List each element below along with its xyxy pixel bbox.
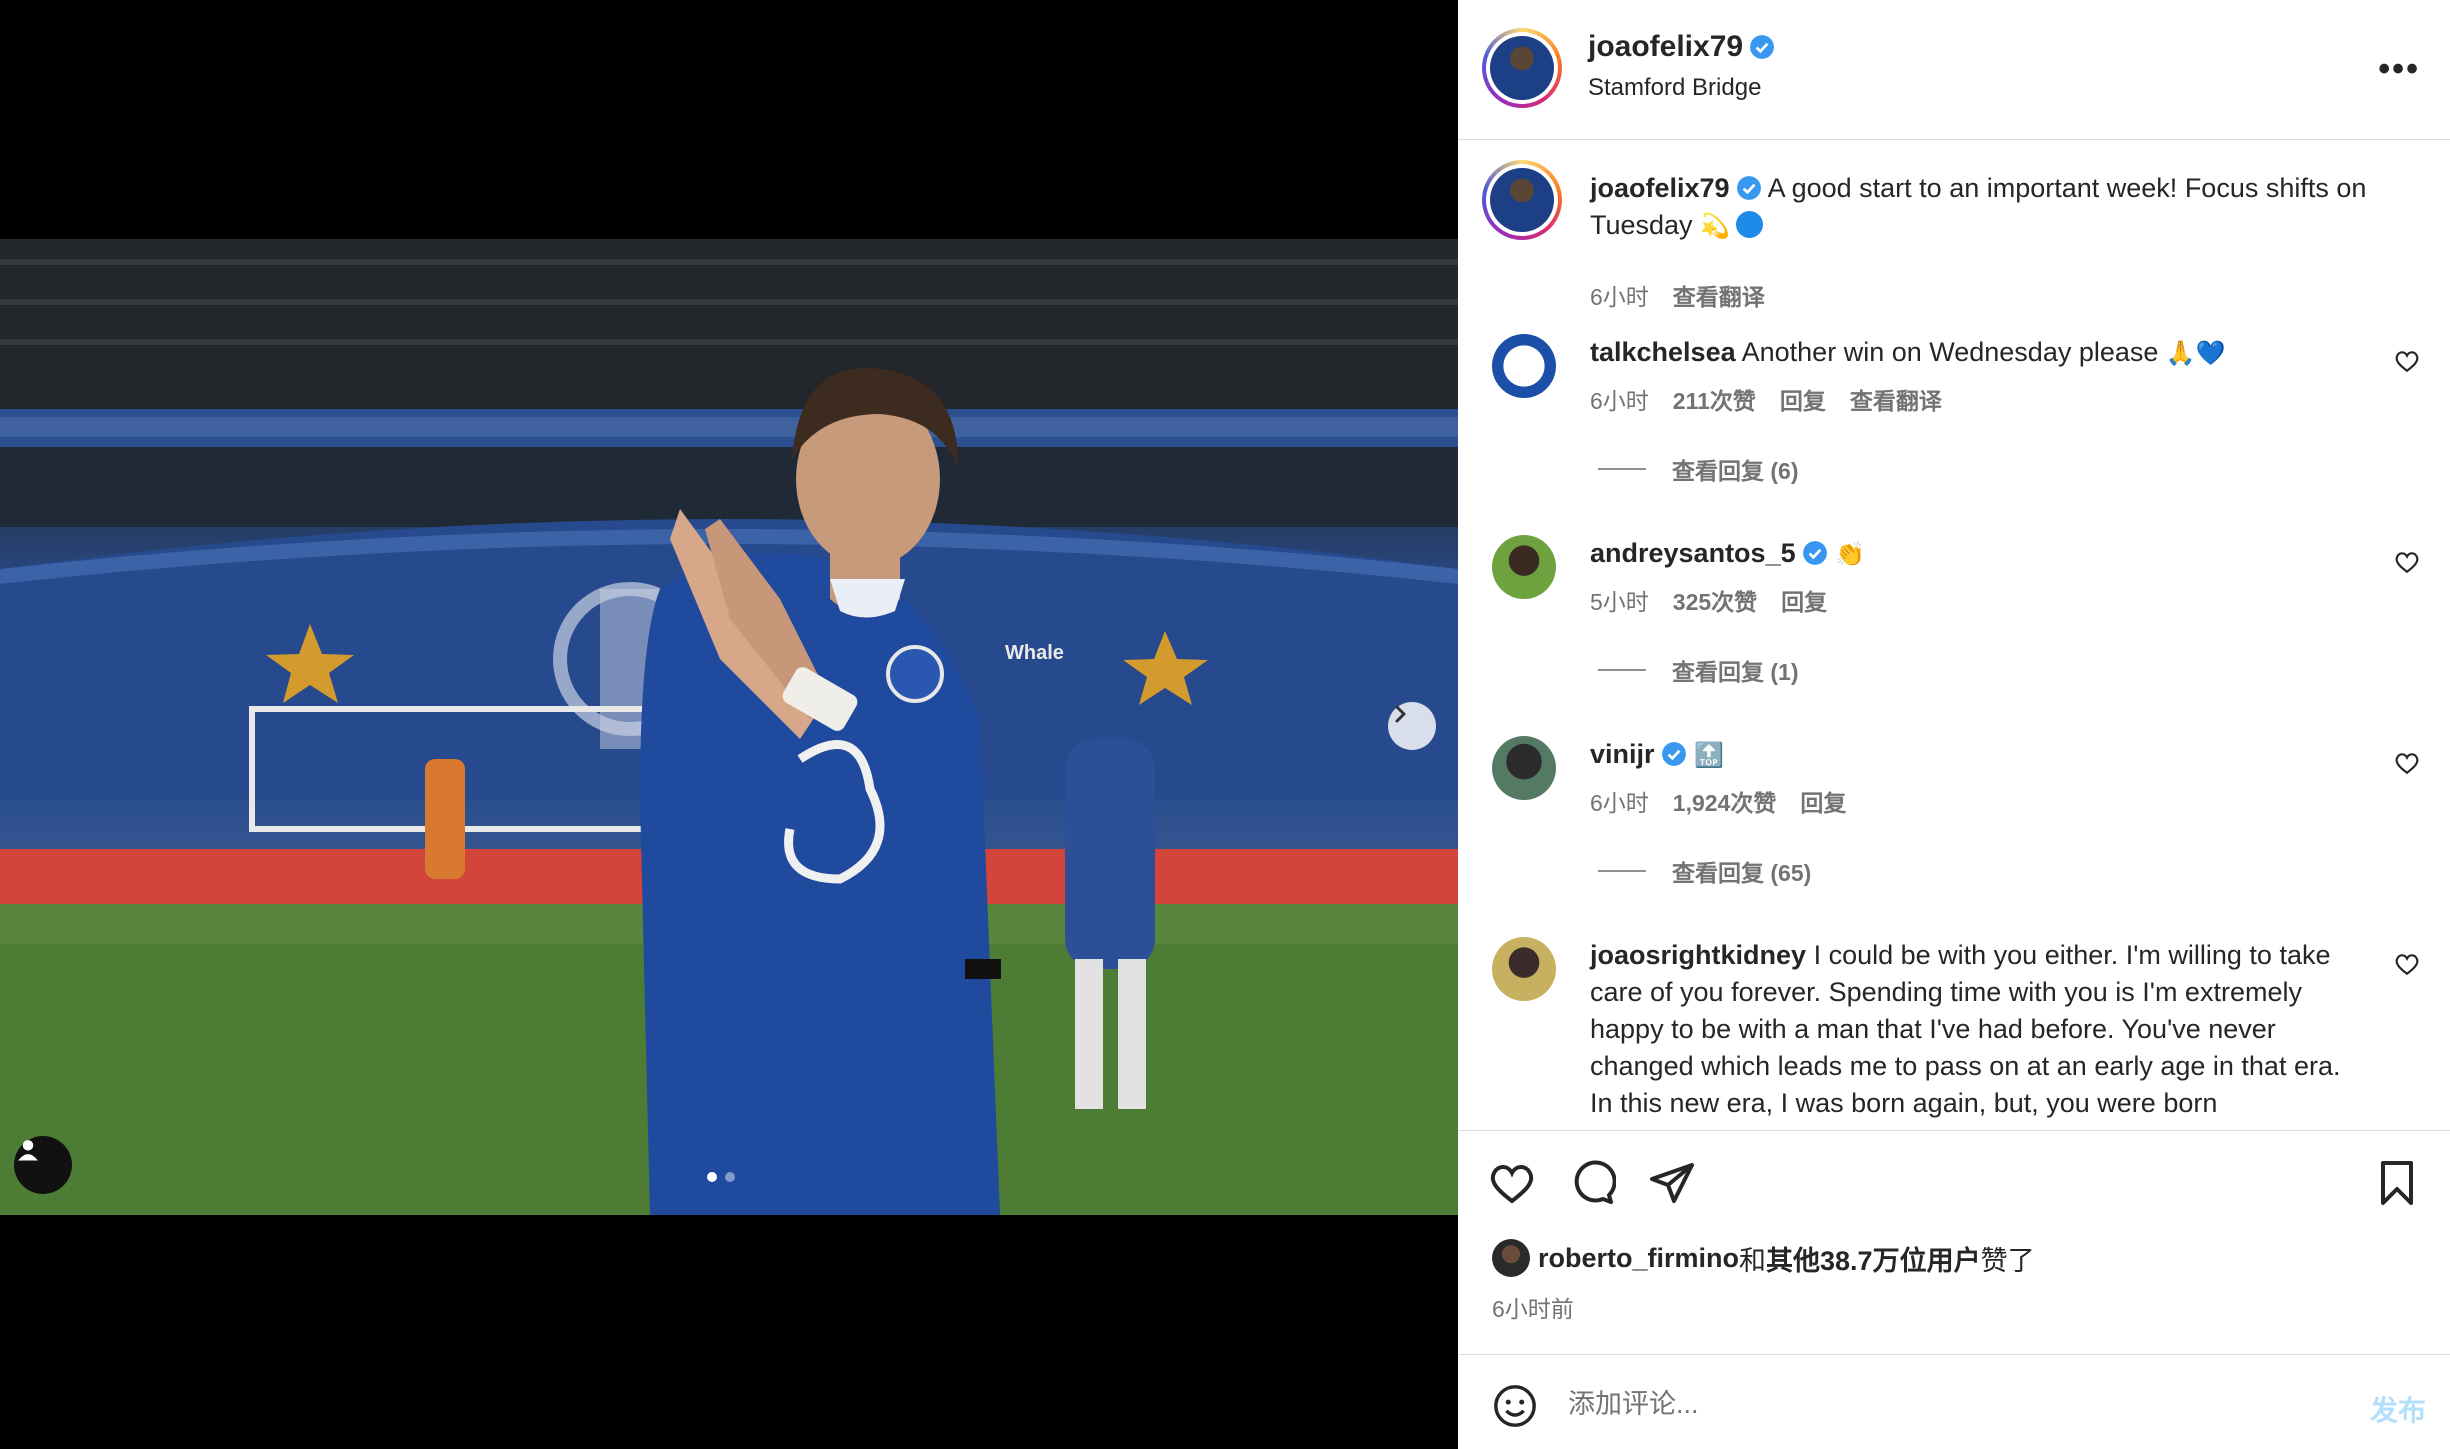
- comment-reply-button[interactable]: 回复: [1800, 784, 1846, 818]
- view-replies-button[interactable]: 查看回复 (6): [1598, 452, 1799, 486]
- user-icon: [18, 1140, 38, 1161]
- post-comment-button[interactable]: 发布: [2370, 1389, 2426, 1429]
- author-username-link[interactable]: joaofelix79: [1588, 30, 1775, 64]
- comment-text: vinijr 🔝: [1590, 736, 2370, 774]
- comment-likes-count[interactable]: 325次赞: [1673, 583, 1757, 617]
- verified-badge-icon: [1661, 742, 1686, 766]
- author-avatar[interactable]: [1482, 28, 1562, 108]
- comment-composer: 发布: [1458, 1354, 2450, 1449]
- carousel-dot-active: [707, 1172, 717, 1182]
- view-replies-button[interactable]: 查看回复 (65): [1598, 854, 1811, 888]
- tagged-users-button[interactable]: [14, 1136, 72, 1194]
- comment-meta: 6小时 1,924次赞 回复: [1590, 784, 1846, 818]
- comment-avatar[interactable]: [1492, 334, 1556, 398]
- comments-list: joaofelix79 A good start to an important…: [1458, 140, 2450, 1130]
- comment-username-link[interactable]: andreysantos_5: [1590, 538, 1796, 568]
- comment-likes-count[interactable]: 211次赞: [1673, 382, 1756, 416]
- caption-meta: 6小时 查看翻译: [1590, 278, 1765, 312]
- comment-username-link[interactable]: vinijr: [1590, 739, 1655, 769]
- post-timestamp[interactable]: 6小时前: [1492, 1290, 1574, 1324]
- comment-text: andreysantos_5 👏: [1590, 535, 2370, 573]
- caption-time: 6小时: [1590, 284, 1649, 310]
- comment-avatar[interactable]: [1492, 736, 1556, 800]
- comment-text: talkchelsea Another win on Wednesday ple…: [1590, 334, 2370, 372]
- carousel-dot: [725, 1172, 735, 1182]
- like-comment-heart-icon[interactable]: [2394, 549, 2420, 575]
- likes-tail: 赞了: [1980, 1245, 2035, 1276]
- post-media: Whale: [0, 0, 1458, 1449]
- post-header: joaofelix79 Stamford Bridge •••: [1458, 0, 2450, 140]
- like-heart-icon[interactable]: [1488, 1159, 1536, 1207]
- liker-username-link[interactable]: roberto_firmino: [1538, 1243, 1739, 1274]
- replies-divider: [1598, 468, 1646, 470]
- emoji-smiley-icon[interactable]: [1492, 1383, 1538, 1429]
- comment-time: 6小时: [1590, 388, 1649, 414]
- comment-translate-link[interactable]: 查看翻译: [1850, 382, 1942, 416]
- share-paper-plane-icon[interactable]: [1648, 1159, 1696, 1207]
- comment-time: 5小时: [1590, 589, 1649, 615]
- verified-badge-icon: [1736, 176, 1761, 200]
- more-options-icon[interactable]: •••: [2378, 50, 2420, 89]
- caption-author-avatar[interactable]: [1482, 160, 1562, 240]
- caption-text: joaofelix79 A good start to an important…: [1590, 170, 2390, 245]
- comment-time: 6小时: [1590, 790, 1649, 816]
- carousel-indicator: [707, 1172, 735, 1182]
- comment-username-link[interactable]: talkchelsea: [1590, 337, 1736, 367]
- like-comment-heart-icon[interactable]: [2394, 951, 2420, 977]
- likes-others-link[interactable]: 其他38.7万位用户: [1766, 1239, 1981, 1278]
- post-actions-bar: [1458, 1130, 2450, 1230]
- save-bookmark-icon[interactable]: [2373, 1159, 2421, 1207]
- comment-meta: 6小时 211次赞 回复 查看翻译: [1590, 382, 1942, 416]
- comment-username-link[interactable]: joaosrightkidney: [1590, 940, 1806, 970]
- verified-badge-icon: [1750, 35, 1774, 59]
- comment-text: joaosrightkidney I could be with you eit…: [1590, 937, 2370, 1122]
- replies-divider: [1598, 669, 1646, 671]
- comment-meta: 5小时 325次赞 回复: [1590, 583, 1827, 617]
- like-comment-heart-icon[interactable]: [2394, 750, 2420, 776]
- comment-emoji: 🔝: [1694, 741, 1724, 769]
- view-replies-button[interactable]: 查看回复 (1): [1598, 653, 1799, 687]
- post-details-panel: joaofelix79 Stamford Bridge ••• joaofeli…: [1458, 0, 2450, 1449]
- verified-badge-icon: [1802, 541, 1827, 565]
- likes-summary: roberto_firmino 和其他38.7万位用户 赞了: [1492, 1238, 2035, 1278]
- comment-body: Another win on Wednesday please: [1741, 337, 2159, 367]
- comment-input[interactable]: [1568, 1377, 2268, 1431]
- comment-emoji: 👏: [1835, 540, 1866, 568]
- svg-text:Whale: Whale: [1005, 642, 1064, 664]
- post-location-link[interactable]: Stamford Bridge: [1588, 74, 1761, 102]
- comment-emoji: 🙏💙: [2165, 339, 2226, 367]
- comment-reply-button[interactable]: 回复: [1781, 583, 1827, 617]
- comment-likes-count[interactable]: 1,924次赞: [1673, 784, 1777, 818]
- likes-joiner: 和: [1739, 1245, 1767, 1276]
- next-slide-button[interactable]: [1388, 702, 1436, 750]
- comment-bubble-icon[interactable]: [1568, 1159, 1616, 1207]
- photo-illustration: Whale: [0, 239, 1458, 1215]
- chevron-right-icon: [1395, 705, 1406, 723]
- comment-avatar[interactable]: [1492, 937, 1556, 1001]
- liker-avatar[interactable]: [1492, 1239, 1530, 1277]
- comment-reply-button[interactable]: 回复: [1780, 382, 1826, 416]
- replies-divider: [1598, 870, 1646, 872]
- caption-username-link[interactable]: joaofelix79: [1590, 173, 1730, 203]
- post-photo: Whale: [0, 239, 1458, 1215]
- blue-circle-emoji: [1735, 211, 1763, 238]
- like-comment-heart-icon[interactable]: [2394, 348, 2420, 374]
- caption-translate-link[interactable]: 查看翻译: [1673, 278, 1765, 312]
- caption-emoji: 💫: [1700, 212, 1730, 240]
- comment-avatar[interactable]: [1492, 535, 1556, 599]
